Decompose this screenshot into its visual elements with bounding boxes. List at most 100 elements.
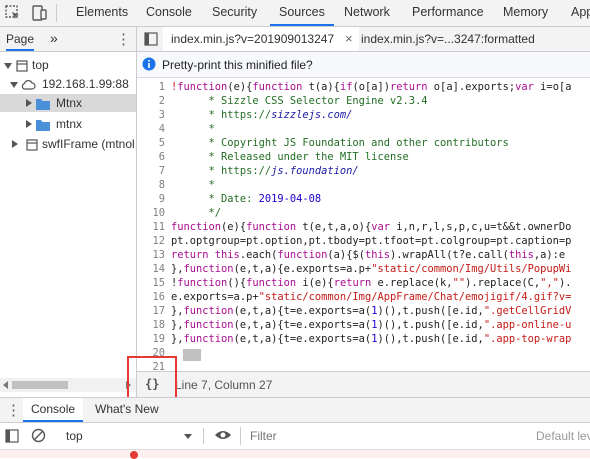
- collapse-arrow-icon[interactable]: [12, 140, 18, 148]
- collapse-arrow-icon[interactable]: [26, 99, 32, 107]
- tree-item-host[interactable]: 192.168.1.99:88: [0, 75, 136, 93]
- line-number: 15: [152, 277, 165, 289]
- console-toolbar: top Default lev: [0, 423, 590, 450]
- tree-item-label: 192.168.1.99:88: [42, 77, 129, 91]
- code-line: * Date: 2019-04-08: [171, 193, 322, 205]
- frame-icon: [26, 138, 38, 153]
- sidebar-scrollbar[interactable]: [0, 378, 136, 392]
- more-tabs-icon[interactable]: »: [50, 30, 58, 46]
- line-number: 6: [158, 151, 165, 163]
- line-number: 14: [152, 263, 165, 275]
- tab-network[interactable]: Network: [344, 0, 390, 26]
- editor-tab-label: index.min.js?v=201909013247: [171, 32, 335, 46]
- tab-application[interactable]: App: [571, 0, 590, 26]
- context-selector[interactable]: top: [58, 428, 196, 444]
- close-tab-icon[interactable]: ×: [345, 31, 353, 46]
- log-levels-dropdown[interactable]: Default lev: [536, 429, 590, 443]
- tree-item-folder-mtnx[interactable]: mtnx: [0, 115, 136, 133]
- line-number: 19: [152, 333, 165, 345]
- line-number: 11: [152, 221, 165, 233]
- folder-icon: [36, 118, 50, 136]
- show-sidebar-icon[interactable]: [5, 429, 19, 446]
- code-line: function(e){function t(e,t,a,o){var i,n,…: [171, 221, 572, 233]
- navigator-sidebar: Page » ⋮ top 192.168.1.99:88 Mtnx mtnx s…: [0, 27, 137, 397]
- inspect-element-icon[interactable]: [4, 4, 22, 22]
- line-number: 16: [152, 291, 165, 303]
- drawer-tab-whats-new[interactable]: What's New: [95, 398, 159, 420]
- code-line: *: [171, 123, 215, 135]
- code-line: * https://js.foundation/: [171, 165, 359, 177]
- drawer-tabs: ⋮ Console What's New: [0, 397, 590, 423]
- line-number-gutter: 1 2 3 4 5 6 7 8 9 10 11 12 13 14 15 16 17 18 19 20 21: [137, 78, 165, 374]
- code-line: * https://sizzlejs.com/: [171, 109, 353, 121]
- code-line: e.exports=a.p+"static/common/Img/AppFram…: [171, 291, 572, 303]
- folder-icon: [36, 97, 50, 115]
- editor-tab-label: index.min.js?v=...3247:formatted: [361, 32, 535, 46]
- code-line: pt.optgroup=pt.option,pt.tbody=pt.tfoot=…: [171, 235, 572, 247]
- context-value: top: [66, 429, 83, 443]
- source-editor: index.min.js?v=201909013247 × index.min.…: [137, 27, 590, 398]
- infobar-message: Pretty-print this minified file?: [162, 58, 313, 72]
- toolbar-divider: [240, 427, 241, 445]
- more-options-icon[interactable]: ⋮: [6, 401, 21, 419]
- tree-item-label: top: [32, 58, 49, 72]
- eye-icon[interactable]: [214, 429, 232, 444]
- expand-arrow-icon[interactable]: [4, 63, 12, 69]
- line-number: 12: [152, 235, 165, 247]
- drawer-tab-console[interactable]: Console: [23, 398, 84, 422]
- code-line: return this.each(function(a){$(this).wra…: [171, 249, 566, 261]
- code-line: !function(e){function t(a){if(o[a])retur…: [171, 81, 572, 93]
- navigator-tabs: Page » ⋮: [0, 27, 136, 52]
- collapse-arrow-icon[interactable]: [26, 120, 32, 128]
- toolbar-divider: [56, 4, 57, 22]
- editor-tab-minified[interactable]: index.min.js?v=201909013247 ×: [163, 27, 359, 51]
- scroll-left-icon[interactable]: [3, 381, 8, 389]
- tree-item-top[interactable]: top: [0, 56, 136, 74]
- pretty-print-infobar: Pretty-print this minified file?: [137, 52, 590, 78]
- tree-item-folder-mtnx-upper[interactable]: Mtnx: [0, 94, 136, 112]
- code-line: },function(e,t,a){t=e.exports=a(1)(),t.p…: [171, 319, 572, 331]
- tab-page[interactable]: Page: [6, 32, 35, 51]
- line-number: 2: [158, 95, 165, 107]
- toolbar-divider: [203, 428, 204, 444]
- devtools-toolbar: Elements Console Security Sources Networ…: [0, 0, 590, 27]
- tab-elements[interactable]: Elements: [76, 0, 128, 26]
- tab-security[interactable]: Security: [212, 0, 257, 26]
- console-error-row: [0, 450, 590, 459]
- tree-item-label: swfIFrame (mtnol: [42, 137, 135, 151]
- code-line: },function(e,t,a){e.exports=a.p+"static/…: [171, 263, 572, 275]
- console-filter-input[interactable]: [248, 426, 522, 446]
- tree-item-swf-iframe[interactable]: swfIFrame (mtnol: [0, 135, 136, 153]
- line-number: 4: [158, 123, 165, 135]
- code-view[interactable]: 1 2 3 4 5 6 7 8 9 10 11 12 13 14 15 16 17 18 19 20 21 !funct…: [137, 78, 590, 374]
- line-number: 7: [158, 165, 165, 177]
- code-line: },function(e,t,a){t=e.exports=a(1)(),t.p…: [171, 333, 572, 345]
- code-line: * Copyright JS Foundation and other cont…: [171, 137, 509, 149]
- info-icon: [142, 57, 156, 74]
- code-line: * Sizzle CSS Selector Engine v2.3.4: [171, 95, 428, 107]
- tab-memory[interactable]: Memory: [503, 0, 548, 26]
- toggle-navigator-icon[interactable]: [144, 32, 158, 49]
- tree-item-label: Mtnx: [56, 96, 83, 110]
- editor-tab-formatted[interactable]: index.min.js?v=...3247:formatted: [361, 27, 590, 51]
- tab-sources[interactable]: Sources: [270, 0, 334, 26]
- code-line: },function(e,t,a){t=e.exports=a(1)(),t.p…: [171, 305, 572, 317]
- code-scrollbar-thumb[interactable]: [183, 349, 201, 361]
- more-options-icon[interactable]: ⋮: [116, 30, 131, 48]
- expand-arrow-icon[interactable]: [10, 82, 18, 88]
- line-number: 18: [152, 319, 165, 331]
- scrollbar-thumb[interactable]: [12, 381, 68, 389]
- tab-performance[interactable]: Performance: [412, 0, 484, 26]
- line-number: 5: [158, 137, 165, 149]
- clear-console-icon[interactable]: [31, 428, 46, 446]
- tab-console[interactable]: Console: [146, 0, 192, 26]
- device-toolbar-icon[interactable]: [30, 4, 48, 22]
- editor-status-bar: {} Line 7, Column 27: [137, 371, 590, 398]
- code-line: * Released under the MIT license: [171, 151, 409, 163]
- line-number: 1: [158, 81, 165, 93]
- code-line: !function(){function i(e){return e.repla…: [171, 277, 572, 289]
- chevron-down-icon: [184, 434, 192, 439]
- tree-item-label: mtnx: [56, 117, 83, 131]
- line-number: 10: [152, 207, 165, 219]
- code-line: */: [171, 207, 222, 219]
